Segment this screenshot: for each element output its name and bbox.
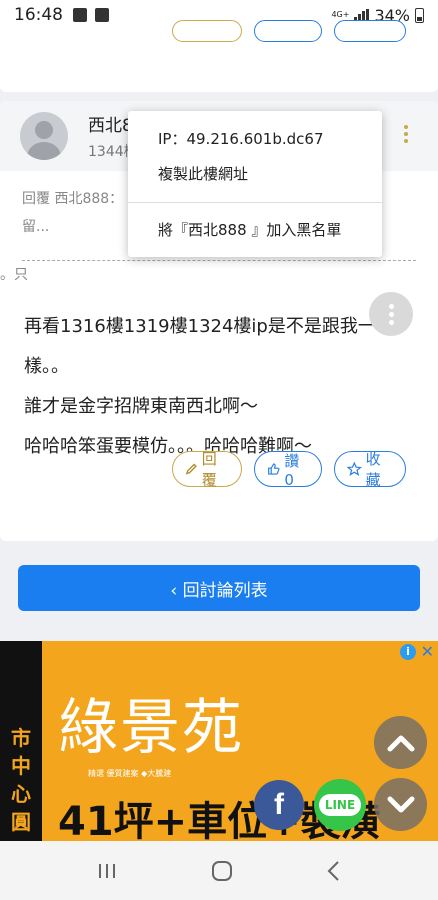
scroll-down-button[interactable] [374,778,427,831]
ad-side-char: 市 [11,726,31,750]
body-line: 誰才是金字招牌東南西北啊～ [24,396,258,417]
prev-like-button[interactable] [254,20,322,42]
favorite-button[interactable]: 收藏 [334,450,406,489]
line-share-button[interactable]: LINE [314,779,366,831]
prev-fav-button[interactable] [334,20,406,42]
facebook-icon: f [274,788,284,821]
avatar[interactable] [20,112,68,160]
star-icon [347,461,362,476]
ad-side-char: 圓 [11,810,31,834]
line-icon: LINE [318,794,362,816]
network-type: 4G+ [331,10,350,19]
ad-side-char: 中 [11,754,31,778]
post-actions: 回覆 讚 0 收藏 [172,450,406,489]
popup-divider [128,202,382,203]
floating-menu-button[interactable] [369,292,413,336]
scroll-up-button[interactable] [374,716,427,769]
status-time: 16:48 [14,5,63,25]
ad-info-icon[interactable]: i [400,644,416,660]
previous-post-card [0,20,438,92]
back-icon[interactable] [326,860,342,882]
facebook-share-button[interactable]: f [254,780,304,830]
post-options-popup: IP：49.216.601b.dc67 複製此樓網址 將『西北888 』加入黑名… [128,111,382,257]
body-line: 再看1316樓1319樓1324樓ip是不是跟我一 [24,316,376,337]
body-line: 樣。。 [24,356,69,377]
like-button[interactable]: 讚 0 [254,451,322,489]
quote-text-right: 。只 [0,267,28,283]
like-label: 讚 0 [284,451,300,489]
battery-icon [415,7,424,23]
blacklist-item[interactable]: 將『西北888 』加入黑名單 [158,219,341,240]
more-options-icon[interactable] [404,125,410,143]
notification-check-icon [73,8,87,22]
prev-reply-button[interactable] [172,20,242,42]
thumbs-up-icon [268,463,280,475]
home-icon[interactable] [211,860,233,882]
chevron-up-icon [387,735,414,751]
reply-button[interactable]: 回覆 [172,450,242,489]
ad-side-strip: 市 中 心 圓 [0,641,42,841]
recent-apps-icon[interactable] [96,862,118,880]
ip-address-item: IP：49.216.601b.dc67 [158,130,324,148]
back-to-list-button[interactable]: ‹ 回討論列表 [18,565,420,611]
ad-side-char: 心 [11,782,31,806]
post-body: 再看1316樓1319樓1324樓ip是不是跟我一 樣。。 誰才是金字招牌東南西… [24,307,416,467]
copy-link-item[interactable]: 複製此樓網址 [158,163,248,184]
system-nav-bar [0,841,438,900]
reply-label: 回覆 [201,450,217,489]
favorite-label: 收藏 [365,450,381,489]
ad-subtitle: 精選 優質建案 ◆大騰建 [88,769,172,778]
notification-image-icon [95,8,109,22]
chevron-down-icon [387,796,414,812]
pencil-icon [185,463,197,475]
ad-title: 綠景苑 [58,693,244,763]
ad-close-icon[interactable]: ✕ [421,642,434,661]
ad-banner[interactable]: 市 中 心 圓 綠景苑 精選 優質建案 ◆大騰建 41坪+車位+裝潢 i ✕ [0,641,438,841]
